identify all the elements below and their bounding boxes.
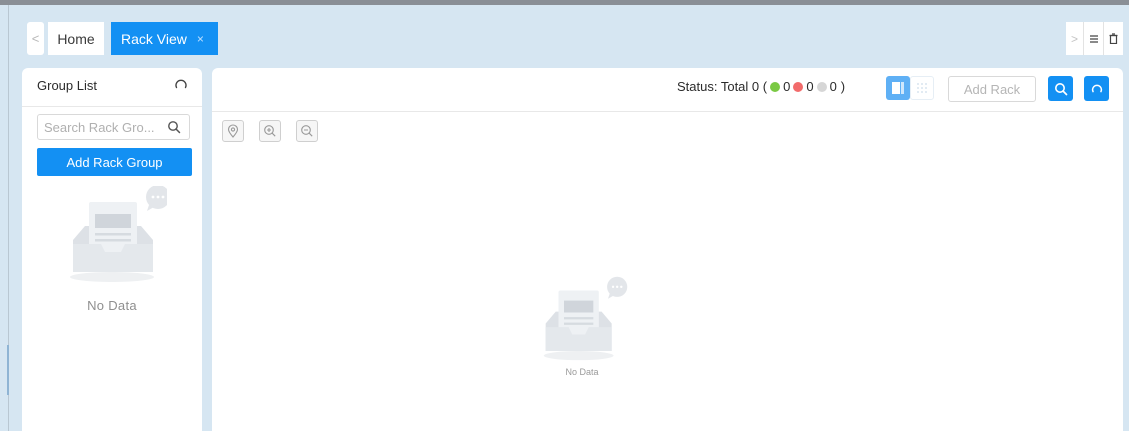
list-view-button[interactable] [886,76,910,100]
search-icon [1054,82,1067,95]
location-pin-icon [227,124,239,138]
grid-view-icon [917,83,927,93]
grid-view-button[interactable] [910,76,934,100]
refresh-button[interactable] [1084,76,1109,101]
rack-view-panel: Status: Total 0 ( 0 0 0 ) Add Rack No Da… [212,68,1123,431]
status-gray-count: 0 [829,79,837,94]
refresh-icon[interactable] [173,77,189,93]
divider [22,106,202,107]
refresh-icon [1091,84,1102,92]
close-icon[interactable]: × [197,32,204,46]
search-placeholder: Search Rack Gro... [44,119,155,135]
list-view-icon [892,82,904,94]
tab-scroll-right-button[interactable]: > [1066,22,1083,55]
empty-inbox-icon [543,276,628,361]
tab-scroll-left-button[interactable]: < [27,22,44,55]
empty-state-text: No Data [565,367,599,377]
status-gray-dot [816,81,827,92]
status-summary: Status: Total 0 ( 0 0 0 ) [677,79,845,94]
tab-home[interactable]: Home [48,22,104,55]
group-list-panel: Group List Search Rack Gro... Add Rack G… [22,68,202,431]
status-red-count: 0 [806,79,814,94]
status-close-paren: ) [840,79,846,94]
status-green-dot [770,81,781,92]
zoom-in-icon [264,125,276,137]
group-list-title: Group List [37,78,97,93]
empty-inbox-icon [70,186,167,282]
status-label: Status: Total 0 ( [677,79,768,94]
menu-icon[interactable] [1084,22,1103,55]
add-rack-group-button[interactable]: Add Rack Group [37,148,192,176]
search-input[interactable]: Search Rack Gro... [37,114,190,140]
window-top-border [0,0,1129,5]
tab-tools: > [1066,22,1123,55]
resize-handle[interactable] [7,345,9,395]
trash-icon[interactable] [1104,22,1123,55]
zoom-out-icon [301,125,313,137]
empty-state-text: No Data [87,298,137,313]
tab-rack-view[interactable]: Rack View × [111,22,218,55]
search-icon[interactable] [167,120,181,134]
add-rack-button[interactable]: Add Rack [948,76,1036,102]
zoom-out-button[interactable] [296,120,318,142]
zoom-in-button[interactable] [259,120,281,142]
locate-button[interactable] [222,120,244,142]
divider [212,111,1123,112]
status-red-dot [793,81,804,92]
search-button[interactable] [1048,76,1073,101]
tab-home-label: Home [57,30,95,47]
status-green-count: 0 [783,79,791,94]
tab-rack-view-label: Rack View [121,30,187,47]
